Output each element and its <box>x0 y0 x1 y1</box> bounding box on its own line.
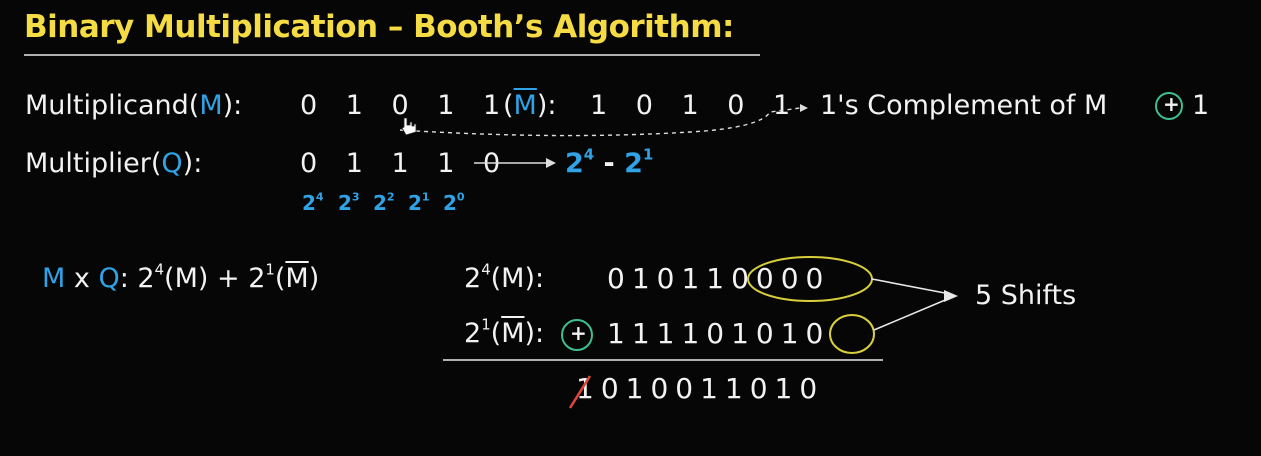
multiplier-arrow-head <box>546 158 556 168</box>
carry-strike-mark <box>568 375 592 409</box>
shift-arrow-lower <box>873 297 951 331</box>
dashed-link-arrow <box>399 107 801 137</box>
dashed-arrow-head <box>800 104 808 112</box>
hand-cursor-icon <box>401 117 417 136</box>
plus-circle-icon <box>1155 92 1183 120</box>
last-bit-highlight-ellipse <box>829 314 875 354</box>
annotation-overlay <box>24 54 1183 409</box>
line2-plus-circle-icon <box>561 319 593 351</box>
zeros-highlight-ellipse <box>747 256 873 302</box>
shift-arrow-upper <box>871 278 951 295</box>
shift-arrow-head <box>944 290 958 302</box>
